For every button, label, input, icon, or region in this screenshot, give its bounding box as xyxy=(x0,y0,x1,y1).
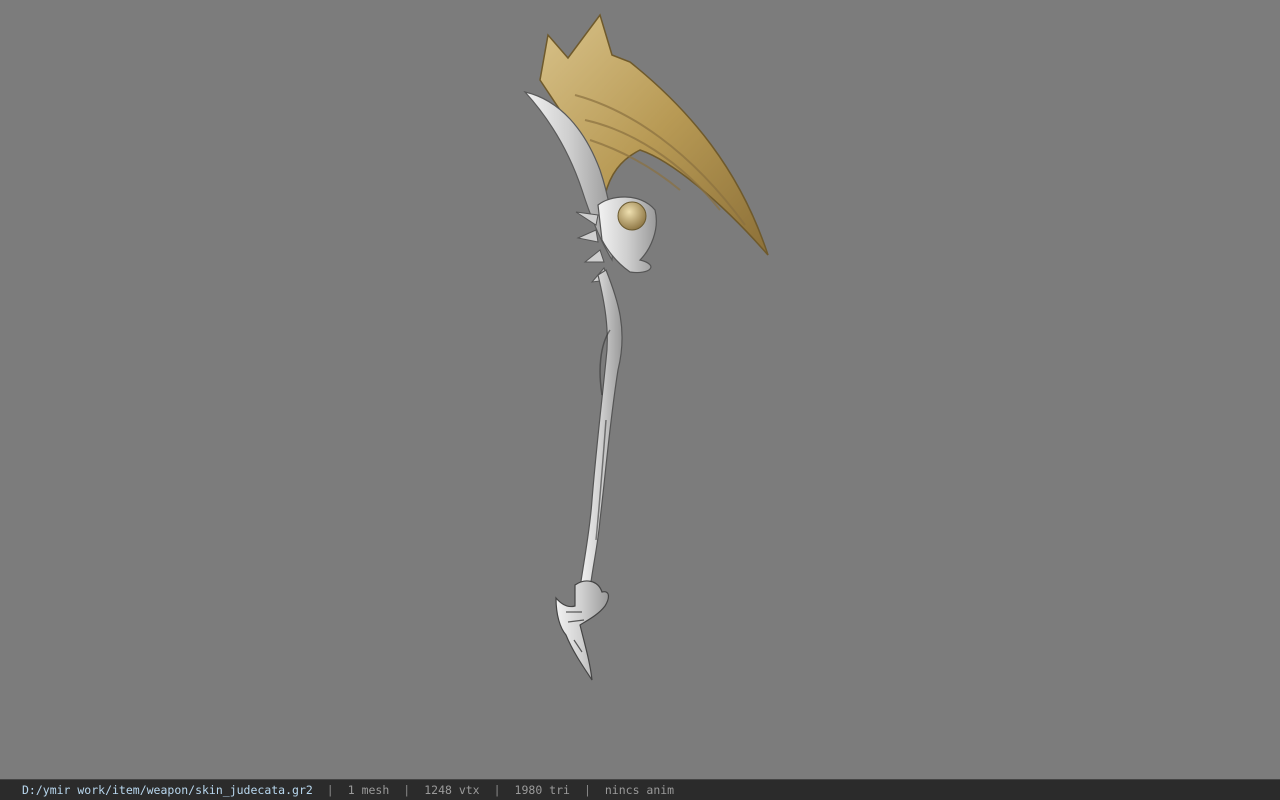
animation-status: nincs anim xyxy=(604,783,675,797)
shaft xyxy=(579,269,623,591)
mesh-count: 1 mesh xyxy=(347,783,390,797)
file-path: D:/ymir work/item/weapon/skin_judecata.g… xyxy=(22,783,313,797)
orb xyxy=(617,201,647,231)
triangle-count: 1980 tri xyxy=(514,783,570,797)
separator: | xyxy=(326,783,334,797)
separator: | xyxy=(403,783,411,797)
3d-viewport[interactable] xyxy=(0,0,1280,779)
scythe-model-icon xyxy=(523,13,769,681)
separator: | xyxy=(493,783,501,797)
vertex-count: 1248 vtx xyxy=(424,783,480,797)
pommel xyxy=(555,580,609,681)
separator: | xyxy=(583,783,591,797)
status-bar: D:/ymir work/item/weapon/skin_judecata.g… xyxy=(0,779,1280,800)
